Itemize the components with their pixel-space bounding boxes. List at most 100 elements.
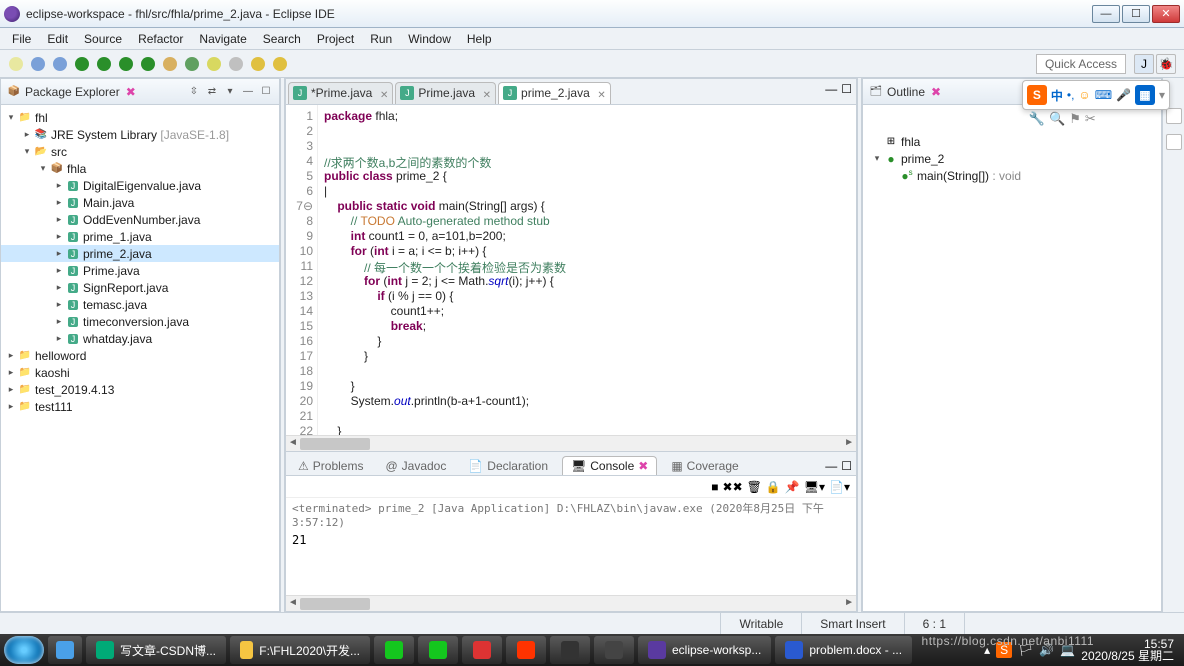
open-type-icon[interactable]	[204, 54, 224, 74]
new-icon[interactable]	[6, 54, 26, 74]
bottom-min-icon[interactable]: —	[825, 459, 837, 473]
taskbar-button[interactable]	[550, 636, 590, 664]
ime-logo-icon[interactable]: S	[1027, 85, 1047, 105]
console-output[interactable]: 21	[286, 531, 856, 595]
run-icon[interactable]	[94, 54, 114, 74]
taskbar-button[interactable]: problem.docx - ...	[775, 636, 912, 664]
ime-emoji-icon[interactable]: ☺	[1078, 88, 1090, 102]
editor-hscrollbar[interactable]	[286, 435, 856, 451]
ime-tool-search-icon[interactable]: 🔍	[1049, 111, 1065, 127]
outline-item[interactable]: ▾●prime_2	[863, 150, 1161, 167]
taskbar-button[interactable]	[462, 636, 502, 664]
new-class-icon[interactable]	[182, 54, 202, 74]
tree-item[interactable]: ▸JPrime.java	[1, 262, 279, 279]
ime-tool-clip-icon[interactable]: ✂	[1085, 111, 1096, 127]
code-body[interactable]: package fhla;//求两个数a,b之间的素数的个数public cla…	[318, 105, 856, 435]
tree-item[interactable]: ▾📁fhl	[1, 109, 279, 126]
maximize-button[interactable]: ☐	[1122, 5, 1150, 23]
taskbar-button[interactable]: 写文章-CSDN博...	[86, 636, 226, 664]
editor-max-icon[interactable]: ☐	[841, 82, 852, 96]
ime-zh-icon[interactable]: 中	[1051, 87, 1063, 104]
forward-icon[interactable]	[270, 54, 290, 74]
menu-help[interactable]: Help	[459, 30, 500, 48]
outline-close-icon[interactable]: ✖	[931, 85, 941, 99]
collapse-all-icon[interactable]: ⇳	[187, 85, 201, 99]
taskbar-button[interactable]	[506, 636, 546, 664]
search-icon[interactable]	[226, 54, 246, 74]
code-editor[interactable]: 1234567⊖89101112131415161718192021222324…	[286, 105, 856, 435]
start-button[interactable]	[4, 636, 44, 664]
menu-file[interactable]: File	[4, 30, 39, 48]
tree-item[interactable]: ▸📁helloword	[1, 347, 279, 364]
perspective-debug-icon[interactable]: 🐞	[1156, 54, 1176, 74]
ime-tool-flag-icon[interactable]: ⚑	[1069, 111, 1081, 127]
tree-item[interactable]: ▸JDigitalEigenvalue.java	[1, 177, 279, 194]
back-icon[interactable]	[248, 54, 268, 74]
taskbar-button[interactable]	[418, 636, 458, 664]
taskbar-button[interactable]	[374, 636, 414, 664]
ime-apps-icon[interactable]: ▦	[1135, 85, 1155, 105]
taskbar-button[interactable]	[594, 636, 634, 664]
console-hscrollbar[interactable]	[286, 595, 856, 611]
outline-item[interactable]: ⊞fhla	[863, 133, 1161, 150]
tray-clock[interactable]: 15:57 2020/8/25 星期二	[1081, 638, 1174, 662]
tree-item[interactable]: ▸JSignReport.java	[1, 279, 279, 296]
sidebox-item[interactable]	[1166, 108, 1182, 124]
quick-access[interactable]: Quick Access	[1036, 54, 1126, 74]
tree-item[interactable]: ▸📁kaoshi	[1, 364, 279, 381]
editor-tab[interactable]: J*Prime.java✕	[288, 82, 393, 104]
taskbar-explorer-icon[interactable]	[48, 636, 82, 664]
bottom-tab-coverage[interactable]: ▦Coverage	[663, 457, 746, 475]
console-stop-icon[interactable]: ■	[711, 480, 718, 494]
save-icon[interactable]	[28, 54, 48, 74]
bottom-max-icon[interactable]: ☐	[841, 459, 852, 473]
console-clear-icon[interactable]: 🗑	[747, 480, 762, 494]
editor-tab[interactable]: JPrime.java✕	[395, 82, 496, 104]
debug-icon[interactable]	[72, 54, 92, 74]
console-pin-icon[interactable]: 📌	[785, 480, 800, 494]
ime-punct-icon[interactable]: •,	[1067, 88, 1075, 102]
minimize-button[interactable]: —	[1092, 5, 1120, 23]
view-menu-icon[interactable]: ▾	[223, 85, 237, 99]
tree-item[interactable]: ▸Jwhatday.java	[1, 330, 279, 347]
minimize-view-icon[interactable]: —	[241, 85, 255, 99]
tree-item[interactable]: ▸JMain.java	[1, 194, 279, 211]
editor-tab[interactable]: Jprime_2.java✕	[498, 82, 611, 104]
console-remove-icon[interactable]: ✖✖	[723, 480, 743, 494]
outline-item[interactable]: ●smain(String[]) : void	[863, 167, 1161, 184]
bottom-tab-console[interactable]: 🖥Console ✖	[562, 456, 657, 475]
tree-item[interactable]: ▸Jprime_2.java	[1, 245, 279, 262]
console-open-icon[interactable]: 📄▾	[829, 480, 850, 494]
tree-item[interactable]: ▸📁test_2019.4.13	[1, 381, 279, 398]
menu-window[interactable]: Window	[400, 30, 459, 48]
link-editor-icon[interactable]: ⇄	[205, 85, 219, 99]
save-all-icon[interactable]	[50, 54, 70, 74]
bottom-tab-declaration[interactable]: 📄Declaration	[460, 457, 556, 475]
sidebox-item[interactable]	[1166, 134, 1182, 150]
tree-item[interactable]: ▸Jtemasc.java	[1, 296, 279, 313]
menu-source[interactable]: Source	[76, 30, 130, 48]
close-button[interactable]: ✕	[1152, 5, 1180, 23]
tree-item[interactable]: ▸📁test111	[1, 398, 279, 415]
ime-menu-icon[interactable]: ▾	[1159, 88, 1165, 102]
outline-tree[interactable]: ⊞fhla▾●prime_2●smain(String[]) : void	[863, 105, 1161, 611]
tree-item[interactable]: ▸Jprime_1.java	[1, 228, 279, 245]
tree-item[interactable]: ▾📂src	[1, 143, 279, 160]
tree-item[interactable]: ▸JOddEvenNumber.java	[1, 211, 279, 228]
menu-navigate[interactable]: Navigate	[191, 30, 254, 48]
menu-refactor[interactable]: Refactor	[130, 30, 191, 48]
ime-keyboard-icon[interactable]: ⌨	[1095, 88, 1112, 102]
tree-item[interactable]: ▸Jtimeconversion.java	[1, 313, 279, 330]
run-last-icon[interactable]	[138, 54, 158, 74]
ime-toolbar[interactable]: S 中 •, ☺ ⌨ 🎤 ▦ ▾ 🔧 🔍 ⚑ ✂	[1022, 80, 1170, 110]
menu-search[interactable]: Search	[255, 30, 309, 48]
new-pkg-icon[interactable]	[160, 54, 180, 74]
package-tree[interactable]: ▾📁fhl▸📚JRE System Library [JavaSE-1.8]▾📂…	[1, 105, 279, 611]
ime-voice-icon[interactable]: 🎤	[1116, 88, 1131, 102]
tree-item[interactable]: ▾📦fhla	[1, 160, 279, 177]
console-display-icon[interactable]: 🖥▾	[804, 480, 825, 494]
menu-run[interactable]: Run	[362, 30, 400, 48]
tree-item[interactable]: ▸📚JRE System Library [JavaSE-1.8]	[1, 126, 279, 143]
editor-min-icon[interactable]: —	[825, 82, 837, 96]
console-lock-icon[interactable]: 🔒	[766, 480, 781, 494]
